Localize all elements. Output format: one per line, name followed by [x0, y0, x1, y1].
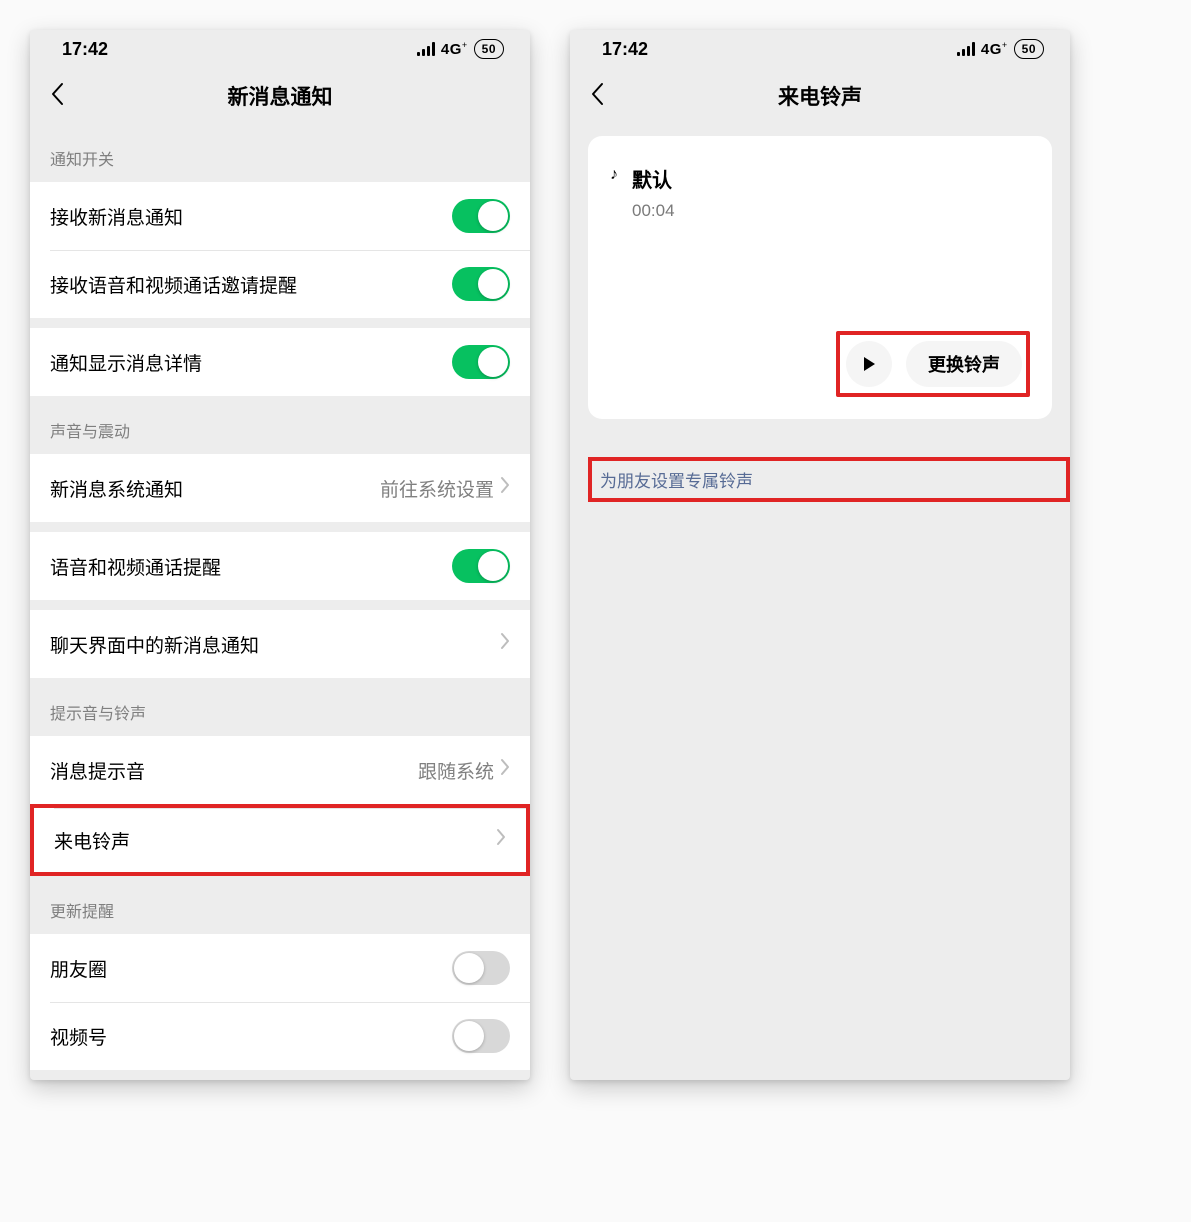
switch-moments[interactable] [452, 951, 510, 985]
divider [30, 318, 530, 328]
page-title: 新消息通知 [30, 81, 530, 111]
chevron-right-icon [496, 828, 506, 852]
divider [30, 522, 530, 532]
signal-icon [957, 42, 975, 56]
music-note-icon: ♪ [610, 164, 618, 184]
status-bar: 17:42 4G + 50 [30, 30, 530, 68]
cell-show-detail[interactable]: 通知显示消息详情 [30, 328, 530, 396]
chevron-right-icon [500, 632, 510, 656]
switch-voip-remind[interactable] [452, 549, 510, 583]
network-sub: + [1002, 41, 1008, 50]
switch-show-detail[interactable] [452, 345, 510, 379]
cell-ringtone[interactable]: 来电铃声 [30, 804, 530, 876]
section-header-notifications: 通知开关 [30, 124, 530, 182]
status-right: 4G + 50 [957, 39, 1044, 59]
section-header-tone: 提示音与铃声 [30, 678, 530, 736]
divider [30, 600, 530, 610]
cell-channels[interactable]: 视频号 [30, 1002, 530, 1070]
page-title: 来电铃声 [570, 81, 1070, 111]
play-button[interactable] [846, 341, 892, 387]
cell-receive-messages[interactable]: 接收新消息通知 [30, 182, 530, 250]
signal-icon [417, 42, 435, 56]
cell-voip-remind[interactable]: 语音和视频通话提醒 [30, 532, 530, 600]
section-header-update: 更新提醒 [30, 876, 530, 934]
status-time: 17:42 [62, 39, 108, 60]
actions-highlight: 更换铃声 [836, 331, 1030, 397]
nav-bar: 新消息通知 [30, 68, 530, 124]
status-right: 4G + 50 [417, 39, 504, 59]
network-sub: + [462, 41, 468, 50]
network-label: 4G [441, 41, 462, 58]
phone-right: 17:42 4G + 50 来电铃声 ♪ 默认 00:04 [570, 30, 1070, 1080]
status-time: 17:42 [602, 39, 648, 60]
section-header-sound: 声音与震动 [30, 396, 530, 454]
ringtone-name: 默认 [632, 164, 675, 193]
cell-moments[interactable]: 朋友圈 [30, 934, 530, 1002]
network-label: 4G [981, 41, 1002, 58]
cell-system-notify[interactable]: 新消息系统通知 前往系统设置 [30, 454, 530, 522]
switch-receive-voip[interactable] [452, 267, 510, 301]
switch-channels[interactable] [452, 1019, 510, 1053]
switch-receive-messages[interactable] [452, 199, 510, 233]
cell-chat-notify[interactable]: 聊天界面中的新消息通知 [30, 610, 530, 678]
ringtone-card: ♪ 默认 00:04 更换铃声 [588, 136, 1052, 419]
status-bar: 17:42 4G + 50 [570, 30, 1070, 68]
nav-bar: 来电铃声 [570, 68, 1070, 124]
phone-left: 17:42 4G + 50 新消息通知 通知开关 接收新消息通知 接收语音和视频… [30, 30, 530, 1080]
battery-indicator: 50 [1014, 39, 1044, 59]
cell-receive-voip[interactable]: 接收语音和视频通话邀请提醒 [30, 250, 530, 318]
chevron-right-icon [500, 758, 510, 782]
cell-message-tone[interactable]: 消息提示音 跟随系统 [30, 736, 530, 804]
change-ringtone-button[interactable]: 更换铃声 [906, 341, 1022, 387]
chevron-right-icon [500, 476, 510, 500]
battery-indicator: 50 [474, 39, 504, 59]
friend-ringtone-link[interactable]: 为朋友设置专属铃声 [588, 457, 1070, 502]
ringtone-duration: 00:04 [632, 201, 675, 221]
